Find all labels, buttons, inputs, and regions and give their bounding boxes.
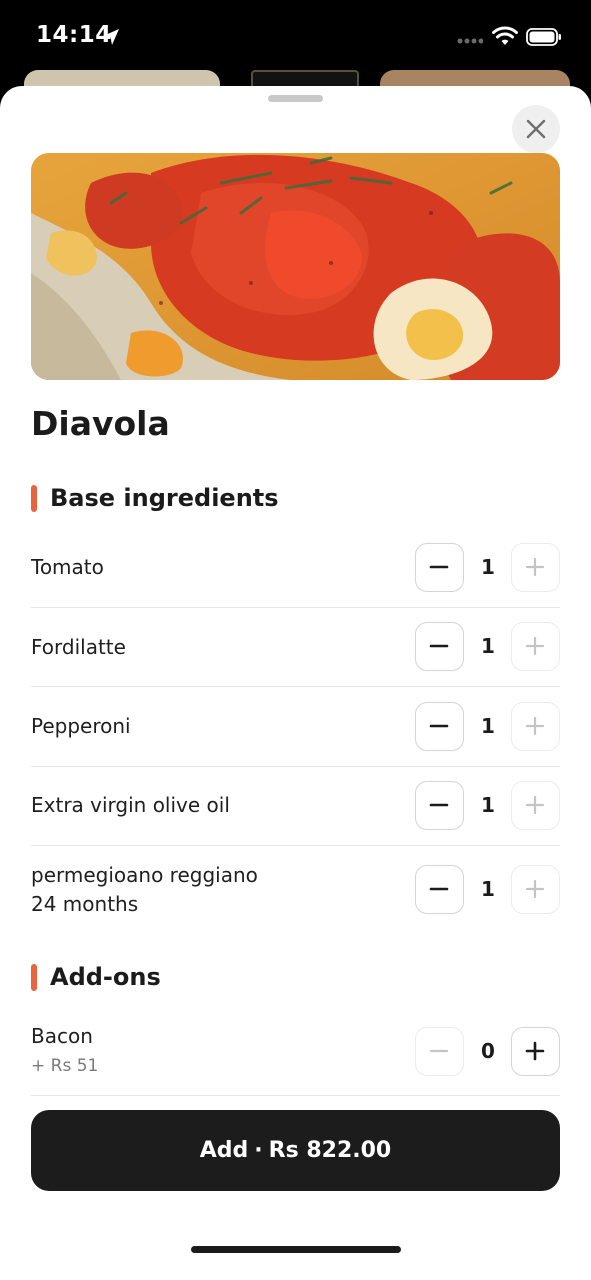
minus-icon <box>429 1049 449 1053</box>
addon-row: Bacon + Rs 51 0 <box>31 1006 560 1096</box>
close-button[interactable] <box>512 105 560 153</box>
ingredient-name: Tomato <box>31 555 104 579</box>
increase-button[interactable] <box>511 543 560 592</box>
ingredient-row: Pepperoni 1 <box>31 687 560 767</box>
plus-icon <box>525 1041 545 1061</box>
add-button-label: Add <box>199 1138 249 1163</box>
minus-icon <box>429 803 449 807</box>
minus-icon <box>429 565 449 569</box>
minus-icon <box>429 724 449 728</box>
battery-icon <box>526 28 561 46</box>
wifi-icon <box>492 26 518 45</box>
ingredient-row: permegioano reggiano 24 months 1 <box>31 846 560 944</box>
decrease-button[interactable] <box>415 865 464 914</box>
plus-icon <box>525 636 545 656</box>
decrease-button[interactable] <box>415 1027 464 1076</box>
ingredient-name-line-2: 24 months <box>31 892 139 916</box>
divider <box>31 1095 560 1096</box>
close-icon <box>526 119 546 139</box>
home-indicator[interactable] <box>191 1246 401 1253</box>
increase-button[interactable] <box>511 622 560 671</box>
decrease-button[interactable] <box>415 622 464 671</box>
quantity-value: 1 <box>481 877 495 901</box>
quantity-value: 1 <box>481 714 495 738</box>
increase-button[interactable] <box>511 702 560 751</box>
addon-name: Bacon <box>31 1024 93 1048</box>
product-sheet: Diavola Base ingredients Tomato 1 Fordil… <box>0 86 591 1280</box>
minus-icon <box>429 644 449 648</box>
minus-icon <box>429 887 449 891</box>
ingredient-name: Fordilatte <box>31 635 126 659</box>
cellular-signal-icon <box>457 38 483 44</box>
decrease-button[interactable] <box>415 702 464 751</box>
dish-photo <box>31 153 560 380</box>
ingredient-name: permegioano reggiano <box>31 863 258 887</box>
add-button-separator: · <box>254 1138 263 1163</box>
ingredient-row: Tomato 1 <box>31 528 560 608</box>
quantity-value: 1 <box>481 634 495 658</box>
increase-button[interactable] <box>511 865 560 914</box>
location-arrow-icon <box>103 29 119 45</box>
decrease-button[interactable] <box>415 781 464 830</box>
addon-price: + Rs 51 <box>31 1056 99 1076</box>
add-button-price: Rs 822.00 <box>268 1138 392 1163</box>
increase-button[interactable] <box>511 781 560 830</box>
increase-button[interactable] <box>511 1027 560 1076</box>
section-title: Base ingredients <box>50 484 279 512</box>
ingredient-name: Extra virgin olive oil <box>31 793 230 817</box>
plus-icon <box>525 716 545 736</box>
quantity-value: 0 <box>481 1039 495 1063</box>
section-title: Add-ons <box>50 963 161 991</box>
sheet-grabber[interactable] <box>268 95 323 102</box>
add-to-cart-button[interactable]: Add · Rs 822.00 <box>31 1110 560 1191</box>
section-accent-bar <box>31 485 37 512</box>
dish-title: Diavola <box>31 404 170 443</box>
section-accent-bar <box>31 964 37 991</box>
quantity-value: 1 <box>481 555 495 579</box>
plus-icon <box>525 795 545 815</box>
ingredient-name: Pepperoni <box>31 714 131 738</box>
plus-icon <box>525 557 545 577</box>
decrease-button[interactable] <box>415 543 464 592</box>
ingredient-row: Extra virgin olive oil 1 <box>31 767 560 846</box>
ingredient-row: Fordilatte 1 <box>31 608 560 687</box>
plus-icon <box>525 879 545 899</box>
quantity-value: 1 <box>481 793 495 817</box>
